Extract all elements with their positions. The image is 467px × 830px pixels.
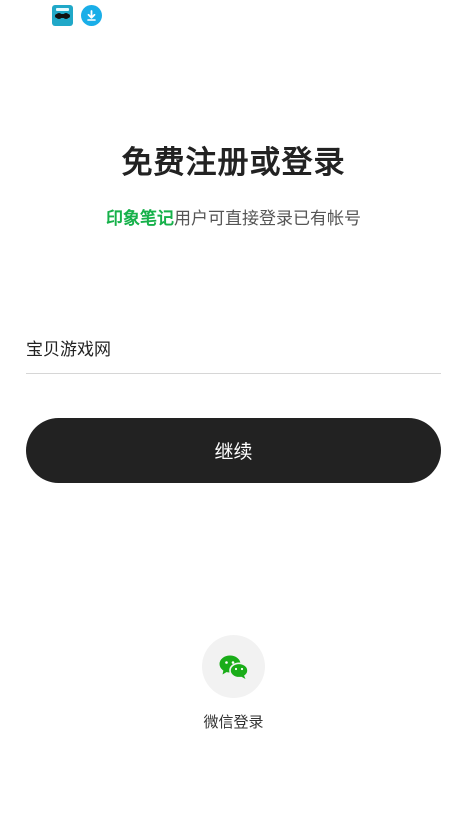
continue-button[interactable]: 继续: [26, 418, 441, 483]
subtitle-text: 用户可直接登录已有帐号: [174, 209, 361, 229]
wechat-login-button[interactable]: [202, 635, 265, 698]
account-field-container: [26, 325, 441, 374]
app-notification-icon: [52, 5, 73, 26]
account-input[interactable]: [26, 325, 441, 369]
brand-name: 印象笔记: [106, 209, 174, 229]
status-bar-icons: [52, 5, 102, 26]
wechat-icon: [219, 655, 249, 679]
page-subtitle: 印象笔记用户可直接登录已有帐号: [0, 204, 467, 229]
page-title: 免费注册或登录: [121, 145, 346, 181]
download-icon: [81, 5, 102, 26]
wechat-login-label: 微信登录: [203, 713, 264, 731]
